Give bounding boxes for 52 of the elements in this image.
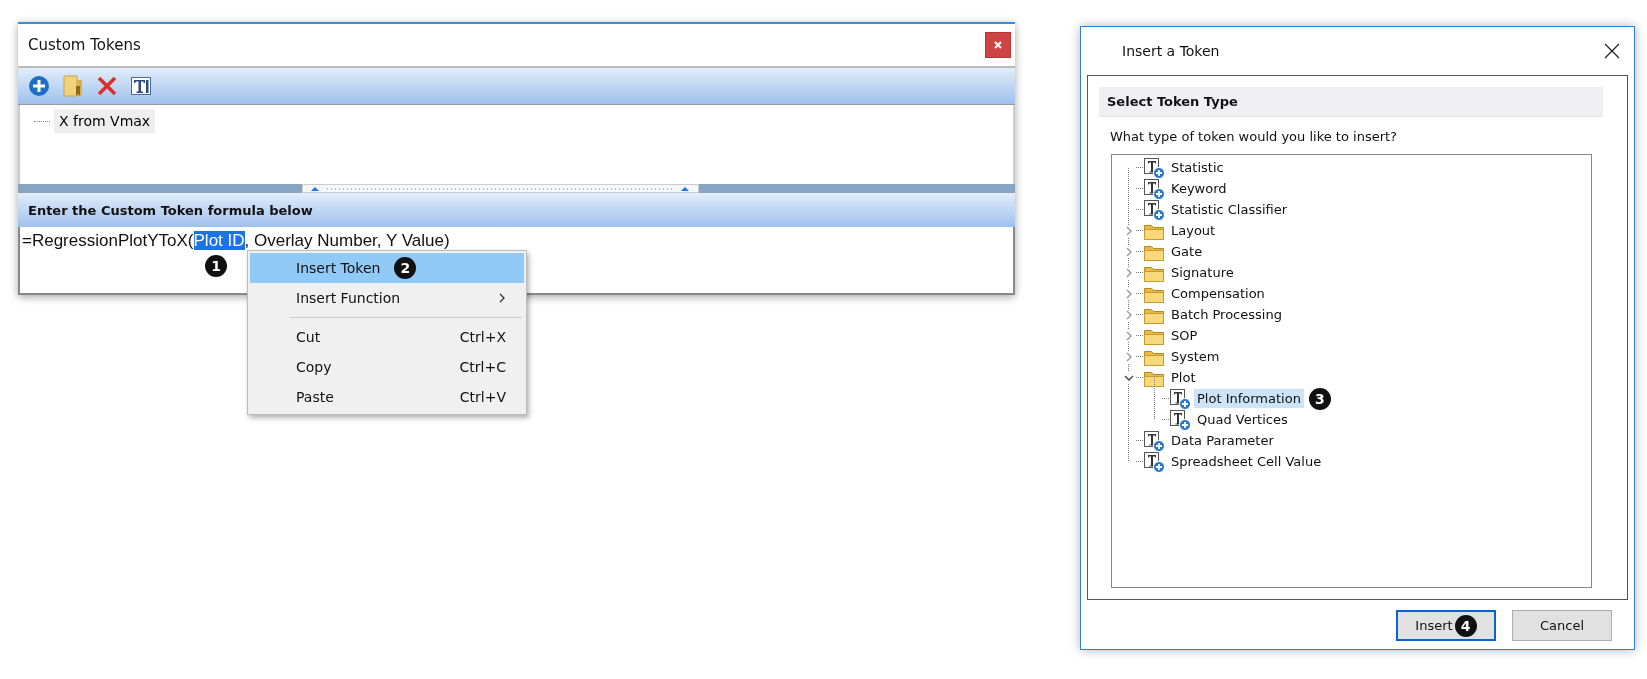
tree-item[interactable]: Keyword xyxy=(1168,179,1230,198)
tree-item[interactable]: Signature xyxy=(1168,263,1237,282)
token-icon xyxy=(1143,450,1165,473)
tree-item[interactable]: Statistic Classifier xyxy=(1168,200,1291,219)
prompt-text: What type of token would you like to insert? xyxy=(1110,129,1398,144)
token-icon xyxy=(1143,156,1165,179)
text-icon[interactable] xyxy=(130,75,152,97)
token-icon xyxy=(1143,177,1165,200)
token-icon xyxy=(1169,408,1191,431)
close-icon xyxy=(993,40,1003,50)
menu-item[interactable]: Paste Ctrl+V xyxy=(250,382,524,412)
tree-item[interactable]: Layout xyxy=(1168,221,1219,240)
token-icon xyxy=(1169,387,1191,410)
shortcut-text: Ctrl+V xyxy=(459,389,506,405)
dialog-button[interactable]: Cancel xyxy=(1512,610,1612,641)
token-list-item[interactable]: X from Vmax xyxy=(54,109,156,133)
shortcut-text: Ctrl+X xyxy=(459,329,506,345)
callout-badge: 1 xyxy=(205,255,227,277)
section-header: Select Token Type xyxy=(1099,87,1603,117)
tree-item[interactable]: Gate xyxy=(1168,242,1206,261)
tree-item[interactable]: SOP xyxy=(1168,326,1201,345)
tree-item[interactable]: Statistic xyxy=(1168,158,1227,177)
add-icon[interactable] xyxy=(28,75,50,97)
callout-badge: 3 xyxy=(1308,387,1331,410)
close-icon xyxy=(1604,43,1620,59)
bookmark-icon[interactable] xyxy=(62,74,84,98)
tree-item[interactable]: Quad Vertices xyxy=(1194,410,1291,429)
splitter-handle[interactable] xyxy=(302,184,699,193)
tree-item[interactable]: Plot Information xyxy=(1194,389,1304,408)
menu-item-label: Cut xyxy=(296,329,321,345)
menu-item[interactable]: Copy Ctrl+C xyxy=(250,352,524,382)
tree-item[interactable]: Spreadsheet Cell Value xyxy=(1168,452,1325,471)
menu-item[interactable]: Cut Ctrl+X xyxy=(250,322,524,352)
window-title: Insert a Token xyxy=(1122,43,1220,59)
window-title: Custom Tokens xyxy=(28,36,141,54)
menu-item-label: Insert Token xyxy=(296,260,381,276)
callout-badge: 4 xyxy=(1454,614,1477,637)
tree-item[interactable]: Data Parameter xyxy=(1168,431,1277,450)
dialog-button[interactable]: Insert 4 xyxy=(1396,610,1496,641)
token-icon xyxy=(1143,198,1165,221)
token-icon xyxy=(1143,429,1165,452)
tree-item[interactable]: System xyxy=(1168,347,1223,366)
tree-item[interactable]: Plot xyxy=(1168,368,1199,387)
tree-item[interactable]: Compensation xyxy=(1168,284,1268,303)
menu-item-label: Paste xyxy=(296,389,334,405)
menu-item-label: Copy xyxy=(296,359,332,375)
tree-item[interactable]: Batch Processing xyxy=(1168,305,1285,324)
delete-icon[interactable] xyxy=(96,75,118,97)
section-header: Enter the Custom Token formula below xyxy=(18,193,1015,227)
menu-item[interactable]: Insert Token 2 xyxy=(250,253,524,283)
shortcut-text: Ctrl+C xyxy=(459,359,506,375)
callout-badge: 2 xyxy=(394,257,417,279)
